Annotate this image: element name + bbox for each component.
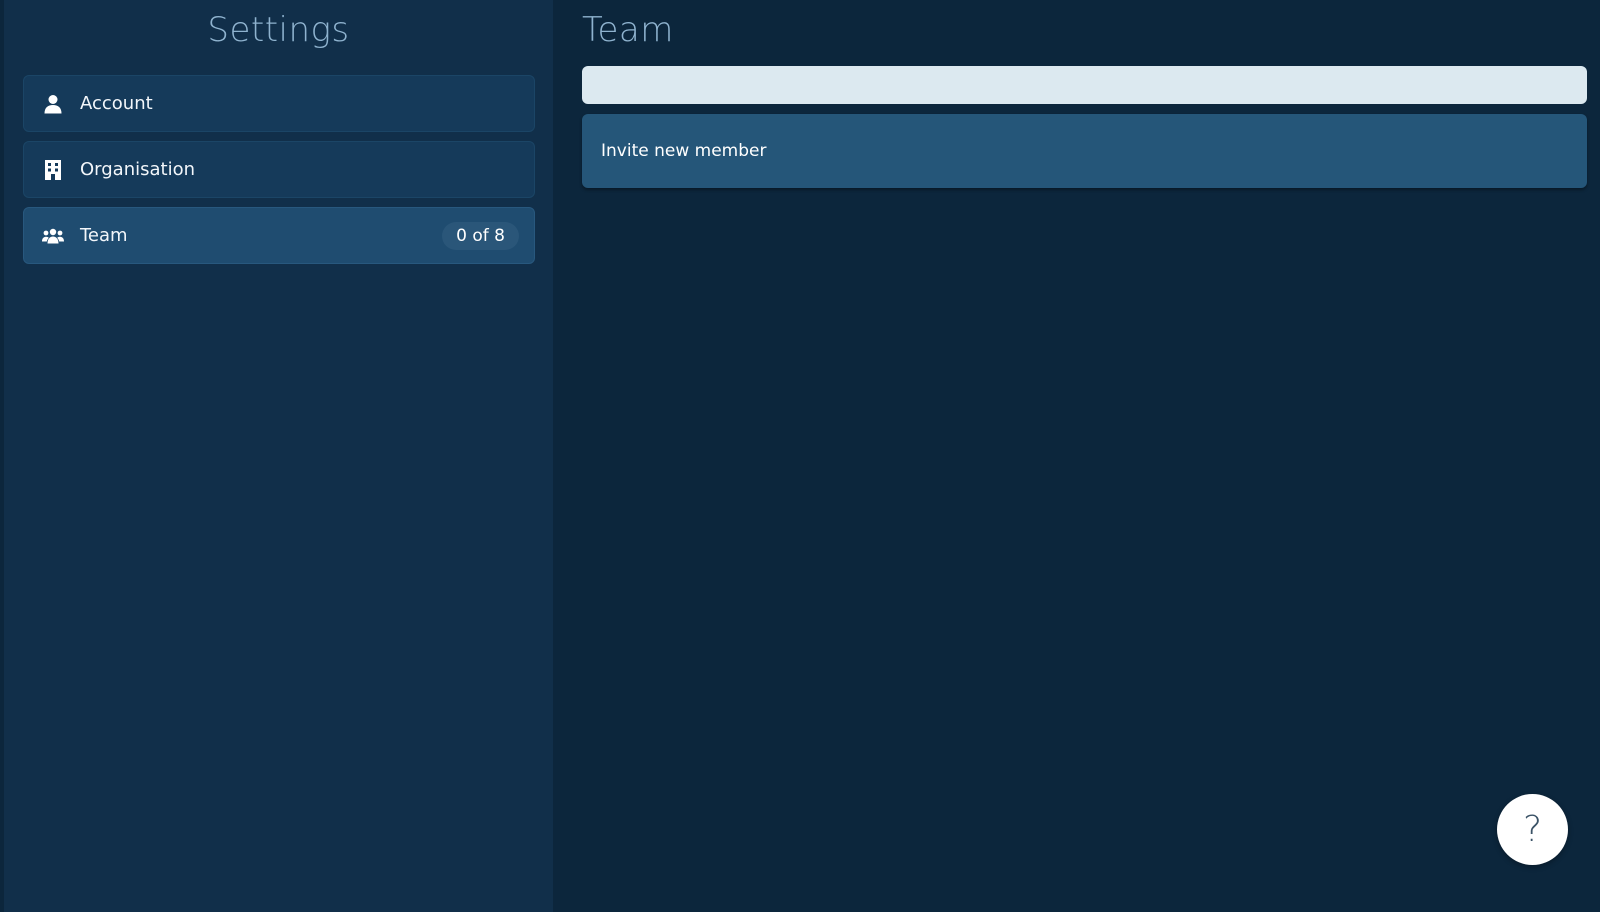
sidebar-item-label: Account — [80, 93, 153, 114]
sidebar-item-label: Organisation — [80, 159, 196, 180]
settings-sidebar: Settings Account Organisation Team 0 of … — [0, 0, 553, 912]
main-content: Team Invite new member — [553, 0, 1600, 912]
help-button[interactable]: ? — [1497, 794, 1568, 865]
sidebar-item-team[interactable]: Team 0 of 8 — [23, 207, 535, 264]
sidebar-item-label: Team — [80, 225, 128, 246]
search-input[interactable] — [582, 66, 1587, 104]
sidebar-item-organisation[interactable]: Organisation — [23, 141, 535, 198]
settings-app: Settings Account Organisation Team 0 of … — [0, 0, 1600, 912]
sidebar-title: Settings — [207, 10, 350, 50]
page-title: Team — [582, 10, 674, 50]
users-icon — [41, 224, 65, 248]
user-icon — [41, 92, 65, 116]
invite-new-member-button[interactable]: Invite new member — [582, 114, 1587, 188]
sidebar-item-account[interactable]: Account — [23, 75, 535, 132]
building-icon — [41, 158, 65, 182]
team-count-badge: 0 of 8 — [442, 222, 519, 250]
